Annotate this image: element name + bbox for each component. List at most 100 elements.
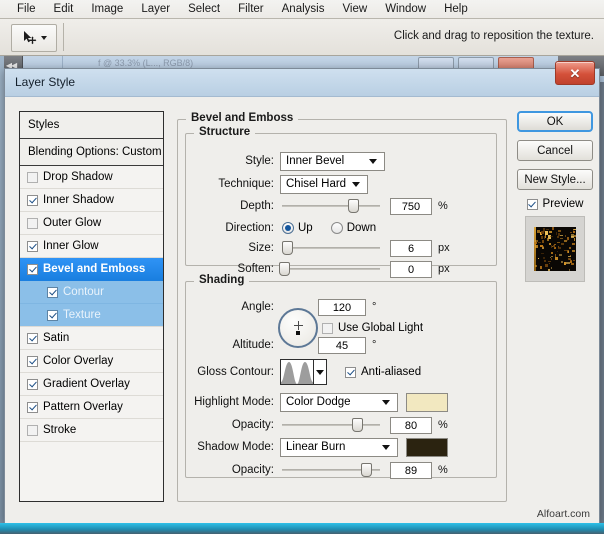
depth-value-input[interactable]: 750 bbox=[390, 198, 432, 215]
checkbox-outer-glow[interactable] bbox=[27, 218, 38, 229]
preview-texture-speck bbox=[554, 244, 556, 245]
styles-header[interactable]: Styles bbox=[20, 112, 163, 139]
style-field-label: Style: bbox=[186, 155, 274, 167]
checkbox-stroke[interactable] bbox=[27, 425, 38, 436]
shadow-mode-select[interactable]: Linear Burn bbox=[280, 438, 398, 457]
menu-item-image[interactable]: Image bbox=[82, 0, 132, 19]
menu-item-analysis[interactable]: Analysis bbox=[273, 0, 334, 19]
style-row-gradient-overlay[interactable]: Gradient Overlay bbox=[20, 373, 163, 396]
gloss-contour-dropdown[interactable] bbox=[314, 359, 327, 385]
checkbox-use-global-light[interactable] bbox=[322, 323, 333, 334]
soften-value-input[interactable]: 0 bbox=[390, 261, 432, 278]
style-select[interactable]: Inner Bevel bbox=[280, 152, 385, 171]
radio-down-icon[interactable] bbox=[331, 222, 343, 234]
slider-knob[interactable] bbox=[348, 199, 359, 213]
menu-item-layer[interactable]: Layer bbox=[132, 0, 179, 19]
preview-texture-speck bbox=[557, 242, 560, 244]
checkbox-satin[interactable] bbox=[27, 333, 38, 344]
checkbox-texture[interactable] bbox=[47, 310, 58, 321]
style-row-drop-shadow[interactable]: Drop Shadow bbox=[20, 166, 163, 189]
preview-texture-speck bbox=[543, 257, 545, 259]
checkbox-preview[interactable] bbox=[527, 199, 538, 210]
style-row-outer-glow[interactable]: Outer Glow bbox=[20, 212, 163, 235]
cancel-button[interactable]: Cancel bbox=[517, 140, 593, 161]
dialog-titlebar[interactable]: Layer Style ✕ bbox=[5, 69, 599, 97]
menu-item-edit[interactable]: Edit bbox=[45, 0, 83, 19]
slider-knob[interactable] bbox=[279, 262, 290, 276]
style-row-inner-shadow[interactable]: Inner Shadow bbox=[20, 189, 163, 212]
highlight-opacity-slider[interactable] bbox=[282, 418, 380, 432]
size-value-input[interactable]: 6 bbox=[390, 240, 432, 257]
highlight-color-swatch[interactable] bbox=[406, 393, 448, 412]
use-global-light-row[interactable]: Use Global Light bbox=[322, 319, 423, 337]
shadow-color-swatch[interactable] bbox=[406, 438, 448, 457]
menu-item-view[interactable]: View bbox=[333, 0, 376, 19]
shadow-opacity-slider[interactable] bbox=[282, 463, 380, 477]
direction-radio-up[interactable]: Up bbox=[282, 222, 313, 234]
blending-options-label: Blending Options: Custom bbox=[28, 146, 162, 158]
shading-group: Shading Angle: 120 ° Use Global Light bbox=[185, 281, 497, 478]
size-slider[interactable] bbox=[282, 241, 380, 255]
checkbox-anti-aliased[interactable] bbox=[345, 367, 356, 378]
style-row-contour[interactable]: Contour bbox=[20, 281, 163, 304]
preview-texture-speck bbox=[537, 230, 540, 232]
preview-toggle-row[interactable]: Preview bbox=[517, 198, 593, 210]
preview-texture-speck bbox=[551, 252, 553, 254]
shadow-mode-field-label: Shadow Mode: bbox=[186, 441, 274, 453]
style-row-texture[interactable]: Texture bbox=[20, 304, 163, 327]
style-row-inner-glow[interactable]: Inner Glow bbox=[20, 235, 163, 258]
blending-options-row[interactable]: Blending Options: Custom bbox=[20, 139, 163, 166]
checkbox-gradient-overlay[interactable] bbox=[27, 379, 38, 390]
layer-style-dialog: Layer Style ✕ Styles Blending Options: C… bbox=[4, 68, 600, 523]
dialog-close-button[interactable]: ✕ bbox=[555, 61, 595, 85]
preview-texture-speck bbox=[558, 230, 561, 232]
checkbox-inner-glow[interactable] bbox=[27, 241, 38, 252]
preview-texture-speck bbox=[561, 261, 563, 263]
menu-item-filter[interactable]: Filter bbox=[229, 0, 273, 19]
preview-texture-speck bbox=[540, 245, 543, 247]
style-row-satin[interactable]: Satin bbox=[20, 327, 163, 350]
new-style-button[interactable]: New Style... bbox=[517, 169, 593, 190]
radio-up-icon[interactable] bbox=[282, 222, 294, 234]
highlight-opacity-label: Opacity: bbox=[186, 419, 274, 431]
altitude-value-input[interactable]: 45 bbox=[318, 337, 366, 354]
preview-texture-speck bbox=[552, 227, 553, 230]
checkbox-contour[interactable] bbox=[47, 287, 58, 298]
style-row-color-overlay[interactable]: Color Overlay bbox=[20, 350, 163, 373]
menu-item-help[interactable]: Help bbox=[435, 0, 477, 19]
highlight-mode-select[interactable]: Color Dodge bbox=[280, 393, 398, 412]
checkbox-drop-shadow[interactable] bbox=[27, 172, 38, 183]
checkbox-color-overlay[interactable] bbox=[27, 356, 38, 367]
ok-button[interactable]: OK bbox=[517, 111, 593, 132]
checkbox-inner-shadow[interactable] bbox=[27, 195, 38, 206]
style-row-stroke[interactable]: Stroke bbox=[20, 419, 163, 442]
soften-slider[interactable] bbox=[282, 262, 380, 276]
style-label: Inner Shadow bbox=[43, 194, 114, 206]
chevron-down-icon[interactable] bbox=[41, 36, 47, 40]
technique-select[interactable]: Chisel Hard bbox=[280, 175, 368, 194]
preview-texture-speck bbox=[557, 251, 558, 252]
highlight-opacity-input[interactable]: 80 bbox=[390, 417, 432, 434]
slider-knob[interactable] bbox=[361, 463, 372, 477]
menu-item-select[interactable]: Select bbox=[179, 0, 229, 19]
shadow-opacity-input[interactable]: 89 bbox=[390, 462, 432, 479]
style-row-pattern-overlay[interactable]: Pattern Overlay bbox=[20, 396, 163, 419]
direction-radio-down[interactable]: Down bbox=[331, 222, 376, 234]
slider-track bbox=[282, 205, 380, 207]
style-label: Bevel and Emboss bbox=[43, 263, 145, 275]
checkbox-bevel-and-emboss[interactable] bbox=[27, 264, 38, 275]
anti-aliased-row[interactable]: Anti-aliased bbox=[345, 366, 421, 378]
angle-value-input[interactable]: 120 bbox=[318, 299, 366, 316]
gloss-contour-picker[interactable] bbox=[280, 359, 327, 385]
menu-item-file[interactable]: File bbox=[8, 0, 45, 19]
slider-knob[interactable] bbox=[352, 418, 363, 432]
menu-item-window[interactable]: Window bbox=[376, 0, 435, 19]
slider-knob[interactable] bbox=[282, 241, 293, 255]
move-tool-button[interactable] bbox=[11, 24, 57, 52]
checkbox-pattern-overlay[interactable] bbox=[27, 402, 38, 413]
slider-track bbox=[282, 268, 380, 270]
preview-texture-speck bbox=[572, 250, 575, 252]
depth-slider[interactable] bbox=[282, 199, 380, 213]
gloss-contour-thumbnail[interactable] bbox=[280, 359, 314, 385]
style-row-bevel-and-emboss[interactable]: Bevel and Emboss bbox=[20, 258, 163, 281]
